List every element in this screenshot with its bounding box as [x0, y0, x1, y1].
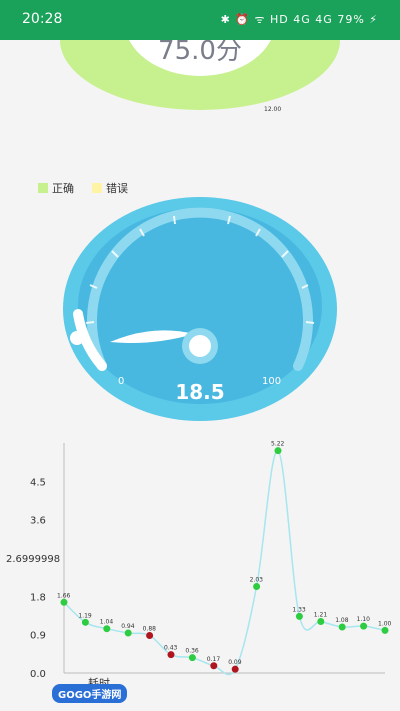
status-time: 20:28	[22, 11, 63, 27]
data-point	[167, 651, 175, 659]
data-label: 0.88	[143, 626, 157, 633]
gauge-inner	[78, 208, 322, 404]
data-point	[60, 598, 68, 606]
data-point	[360, 622, 368, 630]
y-tick-label: 0.0	[30, 669, 46, 680]
y-tick-label: 2.6999998	[6, 554, 60, 565]
y-tick-label: 4.5	[30, 477, 46, 488]
donut-legend: 正确 错误	[38, 180, 140, 196]
data-label: 0.36	[185, 648, 199, 655]
data-point	[146, 632, 154, 640]
watermark: GOGO手游网	[52, 684, 128, 703]
data-point	[253, 583, 261, 591]
status-icons: ✱ ⏰ ᯤ HD 4G 4G 79% ⚡	[220, 13, 378, 26]
y-tick-label: 0.9	[30, 631, 46, 642]
data-label: 1.19	[78, 612, 92, 619]
data-label: 1.04	[100, 619, 114, 626]
data-label: 1.21	[314, 611, 328, 618]
data-label: 0.09	[228, 659, 242, 666]
data-point	[231, 665, 239, 673]
gauge-value: 18.5	[175, 380, 225, 404]
data-point	[103, 625, 111, 633]
stats-content[interactable]: 75.0分 12.00 正确 错误 0 100 18.5 0.0 0.9 1.8…	[0, 40, 400, 711]
gauge-max-label: 100	[262, 376, 282, 387]
data-label: 1.10	[357, 616, 371, 623]
data-label: 0.43	[164, 645, 178, 652]
data-point	[210, 662, 218, 670]
gauge-knob	[70, 331, 84, 345]
y-tick-label: 1.8	[30, 592, 46, 603]
legend-wrong: 错误	[92, 180, 128, 196]
legend-correct-label: 正确	[52, 182, 74, 195]
data-label: 5.22	[271, 441, 285, 448]
time-line-chart: 0.0 0.9 1.8 2.6999998 3.6 4.5 1.66 1.19 1.04 0.94…	[6, 441, 392, 690]
data-point	[295, 612, 303, 620]
donut-segment-label: 12.00	[264, 106, 282, 113]
data-point	[81, 618, 89, 626]
data-label: 1.33	[292, 606, 306, 613]
data-point	[338, 623, 346, 631]
data-point	[317, 617, 325, 625]
status-bar: 20:28 ✱ ⏰ ᯤ HD 4G 4G 79% ⚡	[0, 0, 400, 40]
data-label: 0.94	[121, 623, 135, 630]
legend-wrong-label: 错误	[106, 182, 128, 195]
data-label: 1.00	[378, 620, 392, 627]
gauge-min-label: 0	[118, 376, 125, 387]
series-line	[63, 449, 386, 676]
data-label: 1.66	[57, 592, 71, 599]
data-label: 1.08	[335, 617, 349, 624]
legend-correct: 正确	[38, 180, 74, 196]
data-point	[188, 654, 196, 662]
data-point	[381, 626, 389, 634]
gauge-hub-inner	[189, 335, 211, 357]
score-value: 75.0分	[158, 40, 242, 66]
data-label: 0.17	[207, 656, 221, 663]
data-point	[124, 629, 132, 637]
data-label: 2.03	[250, 577, 264, 584]
data-point	[274, 447, 282, 455]
y-tick-label: 3.6	[30, 516, 46, 527]
legend-wrong-swatch	[92, 183, 102, 193]
legend-correct-swatch	[38, 183, 48, 193]
